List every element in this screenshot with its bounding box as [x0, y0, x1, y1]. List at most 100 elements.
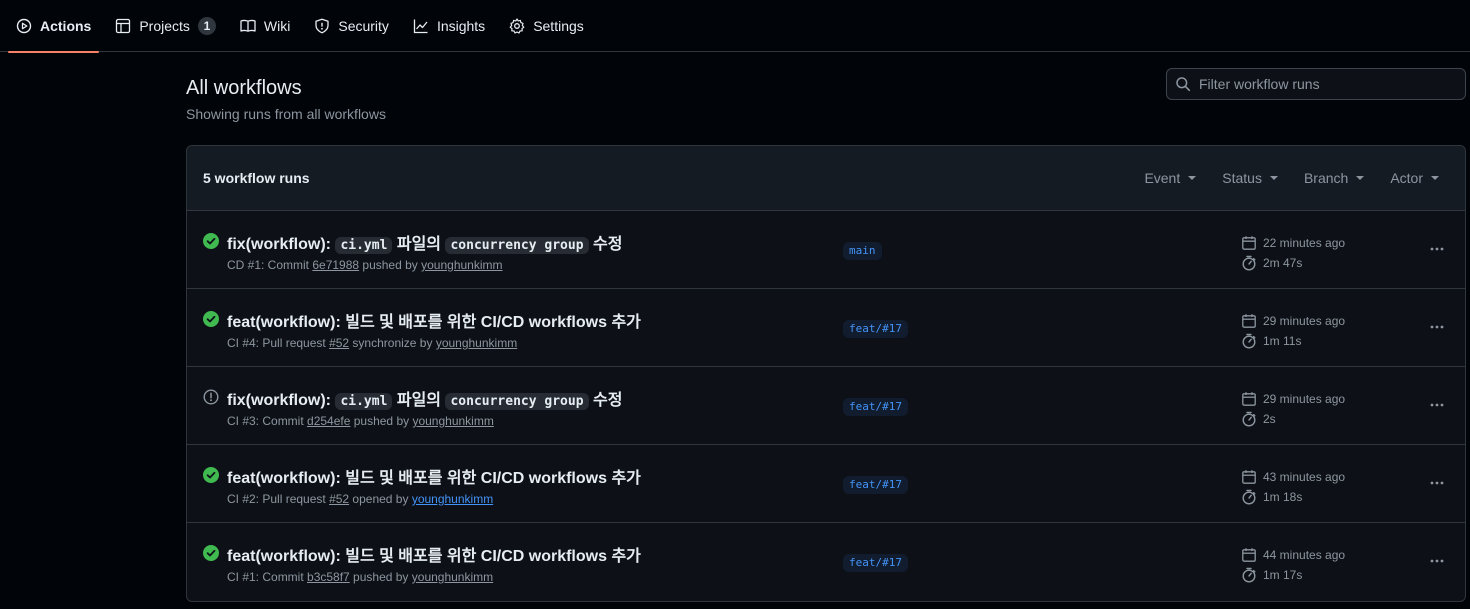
- run-ref-link[interactable]: d254efe: [307, 414, 350, 428]
- workflow-run-row[interactable]: feat(workflow): 빌드 및 배포를 위한 CI/CD workfl…: [187, 523, 1465, 601]
- branch-label[interactable]: main: [843, 242, 882, 260]
- table-icon: [115, 18, 131, 34]
- alert-circle-icon: [203, 389, 219, 405]
- run-actor-link[interactable]: younghunkimm: [412, 570, 493, 584]
- branch-label[interactable]: feat/#17: [843, 476, 908, 494]
- stopwatch-icon: [1241, 567, 1257, 583]
- run-actor-link[interactable]: younghunkimm: [436, 336, 517, 350]
- run-time-ago: 22 minutes ago: [1263, 236, 1346, 250]
- workflow-run-row[interactable]: fix(workflow): ci.yml 파일의 concurrency gr…: [187, 211, 1465, 289]
- run-title[interactable]: fix(workflow): ci.yml 파일의 concurrency gr…: [227, 230, 622, 254]
- run-meta-prefix: CD #1: Commit: [227, 258, 313, 272]
- run-time-ago: 44 minutes ago: [1263, 548, 1346, 562]
- run-meta: CI #3: Commit d254efe pushed by younghun…: [227, 414, 494, 428]
- caret-down-icon: [1269, 176, 1278, 180]
- run-time-ago: 29 minutes ago: [1263, 314, 1346, 328]
- calendar-icon: [1241, 547, 1257, 563]
- tab-wiki[interactable]: Wiki: [232, 0, 298, 52]
- run-ref-link[interactable]: b3c58f7: [307, 570, 350, 584]
- tab-label: Security: [338, 17, 389, 34]
- tab-actions[interactable]: Actions: [8, 0, 100, 53]
- title-text: fix(workflow):: [227, 392, 336, 409]
- stopwatch-icon: [1241, 255, 1257, 271]
- repo-nav: Actions Projects 1 Wiki Security Insight…: [0, 0, 1470, 53]
- kebab-horizontal-icon[interactable]: [1423, 551, 1451, 571]
- run-title[interactable]: feat(workflow): 빌드 및 배포를 위한 CI/CD workfl…: [227, 308, 641, 332]
- run-duration: 1m 17s: [1263, 568, 1303, 582]
- run-ref-link[interactable]: #52: [329, 336, 349, 350]
- run-meta: CI #2: Pull request #52 opened by youngh…: [227, 492, 493, 506]
- run-title[interactable]: feat(workflow): 빌드 및 배포를 위한 CI/CD workfl…: [227, 464, 641, 488]
- run-ref-link[interactable]: #52: [329, 492, 349, 506]
- tab-settings[interactable]: Settings: [501, 0, 592, 52]
- tab-label: Insights: [436, 17, 486, 34]
- caret-down-icon: [1188, 176, 1197, 180]
- tab-insights[interactable]: Insights: [405, 0, 493, 52]
- branch-label[interactable]: feat/#17: [843, 398, 908, 416]
- status-filter[interactable]: Status: [1222, 170, 1278, 186]
- gear-icon: [509, 17, 525, 34]
- run-time-ago: 29 minutes ago: [1263, 392, 1346, 406]
- kebab-horizontal-icon[interactable]: [1423, 395, 1451, 415]
- branch-filter[interactable]: Branch: [1303, 170, 1365, 186]
- page-heading: All workflows Showing runs from all work…: [186, 76, 386, 122]
- event-filter[interactable]: Event: [1144, 170, 1197, 186]
- shield-icon: [314, 18, 330, 34]
- filter-label: Branch: [1303, 170, 1349, 186]
- calendar-icon: [1241, 313, 1257, 329]
- stopwatch-icon: [1241, 411, 1257, 427]
- run-timing: 43 minutes ago 1m 18s: [1241, 467, 1345, 507]
- run-meta-prefix: CI #4: Pull request: [227, 336, 330, 350]
- title-code: ci.yml: [335, 393, 393, 410]
- tab-security[interactable]: Security: [306, 0, 397, 52]
- run-actor-link[interactable]: younghunkimm: [412, 492, 493, 506]
- title-text: feat(workflow): 빌드 및 배포를 위한 CI/CD workfl…: [227, 470, 641, 487]
- kebab-horizontal-icon[interactable]: [1423, 473, 1451, 493]
- run-ref-link[interactable]: 6e71988: [312, 258, 359, 272]
- run-title[interactable]: feat(workflow): 빌드 및 배포를 위한 CI/CD workfl…: [227, 542, 641, 566]
- run-meta-middle: pushed by: [350, 414, 413, 428]
- runs-count: 5 workflow runs: [203, 170, 310, 186]
- run-actor-link[interactable]: younghunkimm: [421, 258, 502, 272]
- workflow-run-row[interactable]: feat(workflow): 빌드 및 배포를 위한 CI/CD workfl…: [187, 445, 1465, 523]
- title-text: 수정: [588, 392, 623, 409]
- page-subtitle: Showing runs from all workflows: [186, 106, 386, 122]
- tab-label: Settings: [533, 17, 584, 34]
- title-code: ci.yml: [335, 237, 393, 254]
- run-timing: 29 minutes ago 1m 11s: [1241, 311, 1345, 351]
- filter-label: Event: [1144, 170, 1181, 186]
- branch-label[interactable]: feat/#17: [843, 320, 908, 338]
- run-meta-prefix: CI #2: Pull request: [227, 492, 330, 506]
- run-duration: 2m 47s: [1263, 256, 1303, 270]
- run-meta: CD #1: Commit 6e71988 pushed by younghun…: [227, 258, 503, 272]
- caret-down-icon: [1356, 176, 1365, 180]
- run-meta-middle: pushed by: [359, 258, 422, 272]
- run-meta: CI #1: Commit b3c58f7 pushed by younghun…: [227, 570, 493, 584]
- tab-label: Actions: [40, 17, 92, 34]
- run-title[interactable]: fix(workflow): ci.yml 파일의 concurrency gr…: [227, 386, 622, 410]
- workflow-run-row[interactable]: feat(workflow): 빌드 및 배포를 위한 CI/CD workfl…: [187, 289, 1465, 367]
- run-meta-middle: pushed by: [349, 570, 412, 584]
- run-meta-middle: opened by: [349, 492, 412, 506]
- calendar-icon: [1241, 391, 1257, 407]
- calendar-icon: [1241, 469, 1257, 485]
- kebab-horizontal-icon[interactable]: [1423, 239, 1451, 259]
- run-timing: 44 minutes ago 1m 17s: [1241, 545, 1345, 585]
- workflow-run-row[interactable]: fix(workflow): ci.yml 파일의 concurrency gr…: [187, 367, 1465, 445]
- run-actor-link[interactable]: younghunkimm: [412, 414, 493, 428]
- run-meta-prefix: CI #1: Commit: [227, 570, 308, 584]
- title-text: feat(workflow): 빌드 및 배포를 위한 CI/CD workfl…: [227, 548, 641, 565]
- filter-workflow-runs[interactable]: [1166, 68, 1466, 100]
- runs-header: 5 workflow runs Event Status Branch Acto…: [187, 146, 1465, 211]
- projects-counter: 1: [197, 16, 216, 35]
- actor-filter[interactable]: Actor: [1390, 170, 1439, 186]
- run-duration: 1m 11s: [1263, 334, 1302, 348]
- tab-projects[interactable]: Projects 1: [107, 0, 224, 52]
- run-meta: CI #4: Pull request #52 synchronize by y…: [227, 336, 517, 350]
- filter-input[interactable]: [1199, 76, 1465, 92]
- run-time-ago: 43 minutes ago: [1263, 470, 1346, 484]
- title-code: concurrency group: [445, 237, 589, 254]
- kebab-horizontal-icon[interactable]: [1423, 317, 1451, 337]
- branch-label[interactable]: feat/#17: [843, 554, 908, 572]
- filter-label: Status: [1222, 170, 1262, 186]
